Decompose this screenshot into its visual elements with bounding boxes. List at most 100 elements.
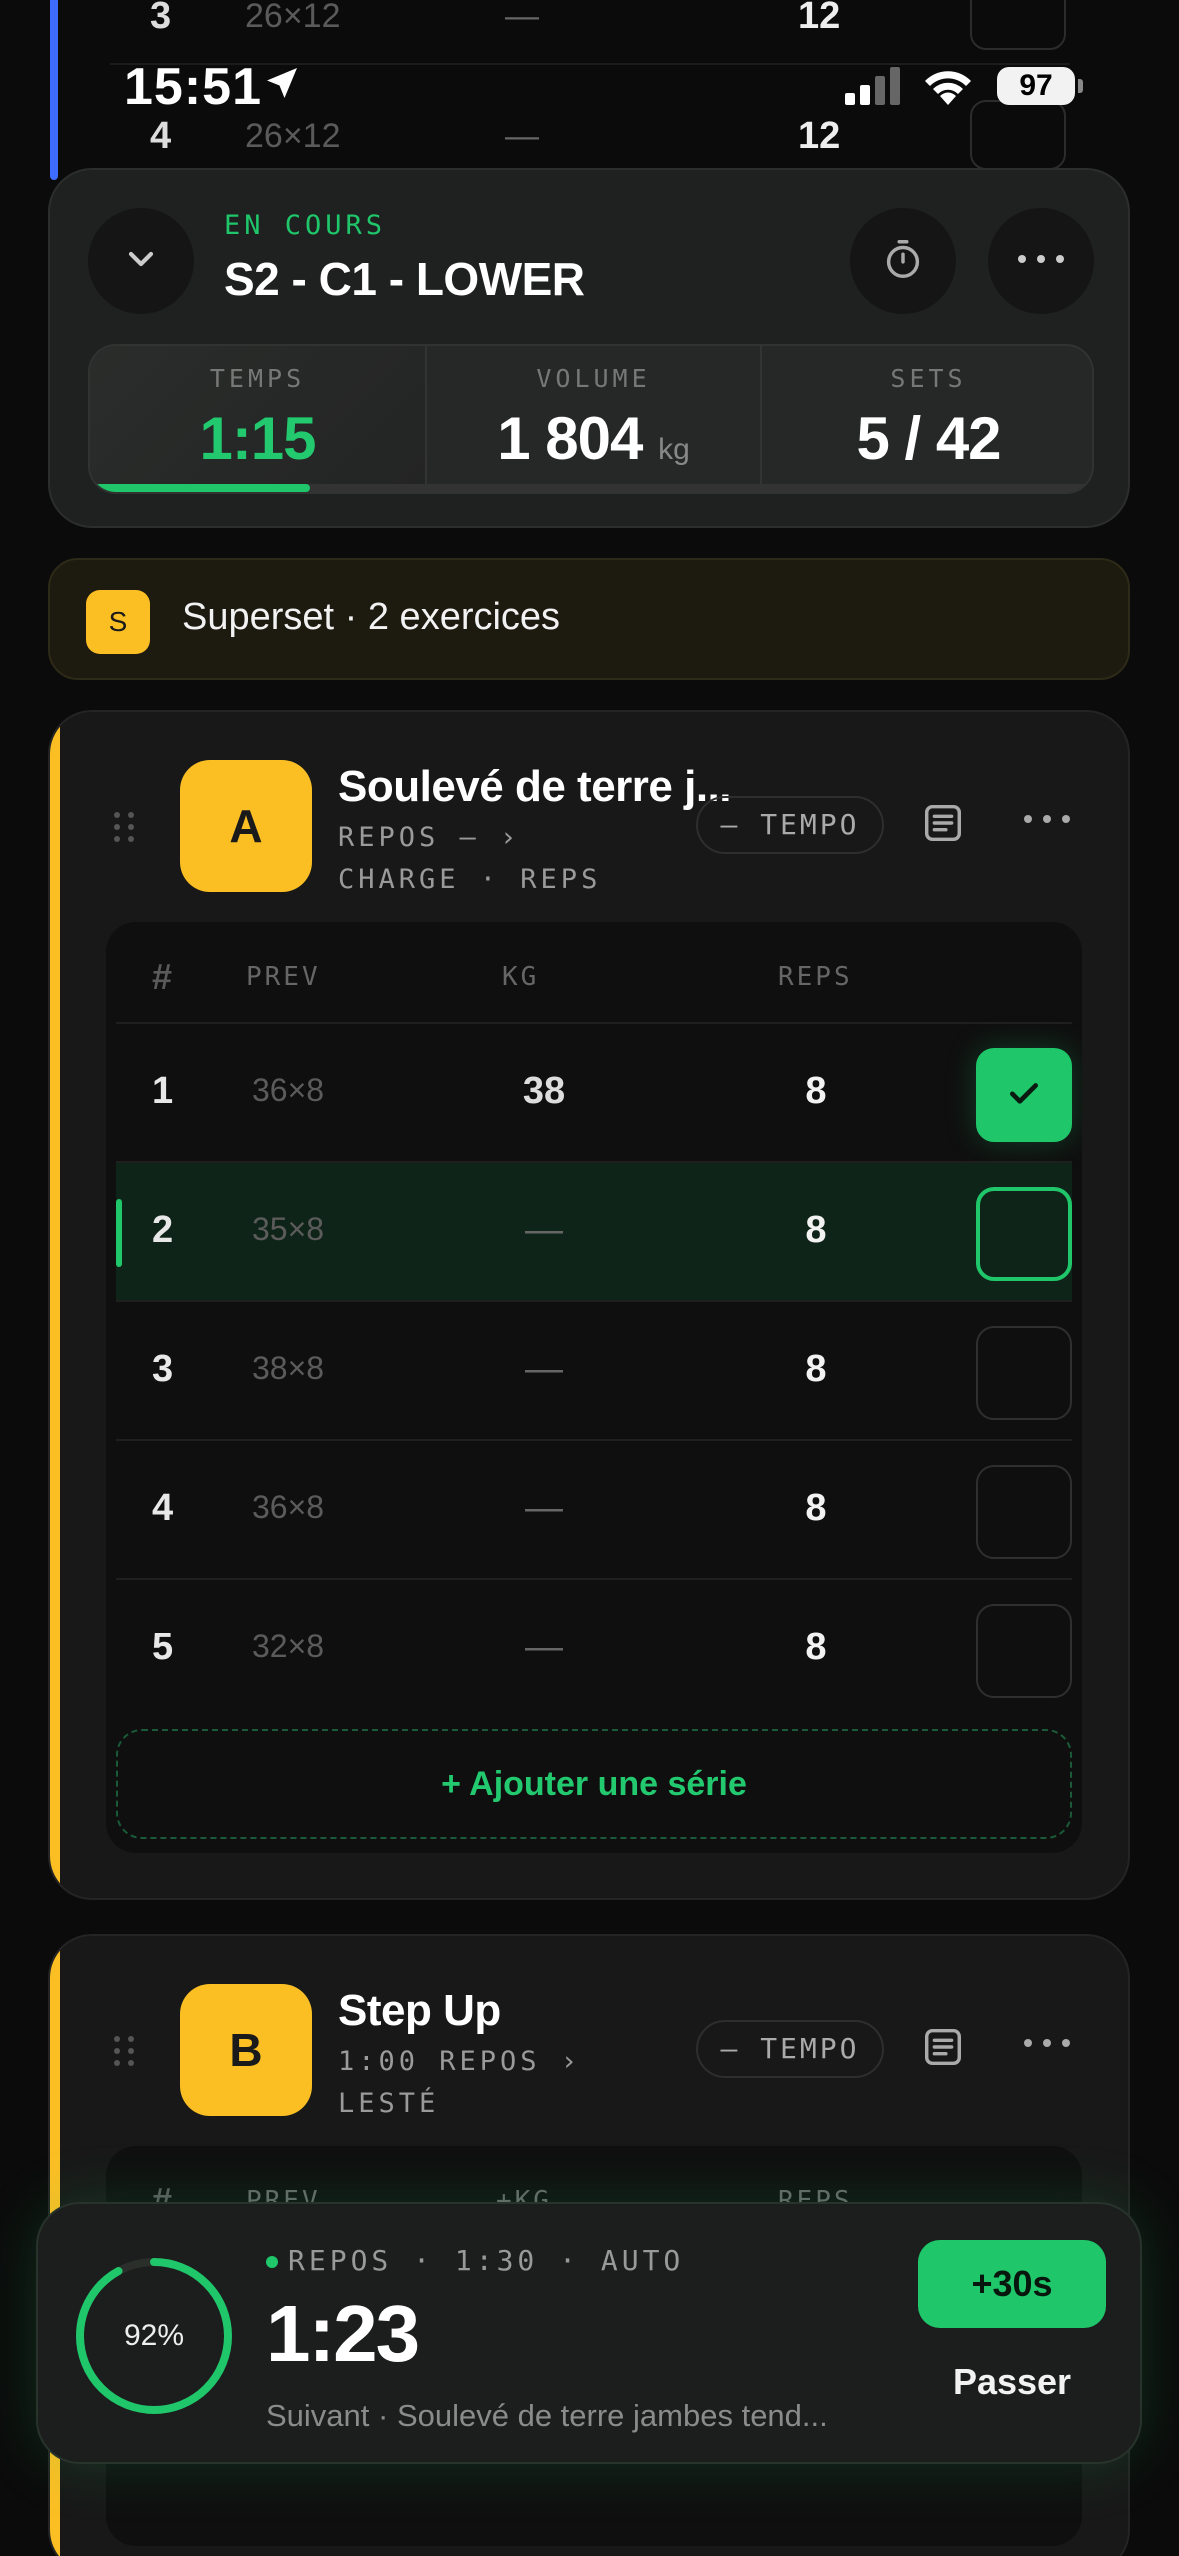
exercise-letter-badge: A — [180, 760, 312, 892]
table-row: 2 35×8 — 8 — [116, 1161, 1072, 1300]
tempo-button[interactable]: — TEMPO — [696, 796, 884, 854]
set-prev: 36×8 — [252, 1489, 325, 1525]
rest-status-dot — [266, 2256, 278, 2268]
rest-setting[interactable]: REPOS — › — [338, 822, 520, 853]
set-prev: 38×8 — [252, 1350, 325, 1386]
skip-rest-button[interactable]: Passer — [918, 2352, 1106, 2412]
stat-sets: SETS 5 / 42 — [760, 346, 1092, 492]
more-icon[interactable] — [1022, 2036, 1082, 2060]
workout-title: S2 - C1 - LOWER — [224, 253, 585, 305]
set-prev: 35×8 — [252, 1211, 325, 1247]
stopwatch-icon — [880, 236, 926, 287]
set-reps-input[interactable]: 8 — [776, 1626, 856, 1669]
set-reps-input[interactable]: 8 — [776, 1070, 856, 1113]
rest-label-text: REPOS · 1:30 · AUTO — [288, 2244, 685, 2277]
timer-button[interactable] — [850, 208, 956, 314]
status-bar: 15:51 97 — [0, 55, 1179, 116]
set-reps-input[interactable]: 8 — [776, 1209, 856, 1252]
volume-unit: kg — [658, 433, 690, 466]
set-prev: 26×12 — [245, 117, 341, 155]
set-number: 4 — [152, 1487, 174, 1529]
drag-handle-icon[interactable] — [112, 2034, 136, 2073]
set-prev: 26×12 — [245, 0, 341, 35]
set-complete-checkbox[interactable] — [976, 1187, 1072, 1281]
stat-value: 1:15 — [199, 405, 316, 472]
set-reps-input[interactable]: 8 — [776, 1348, 856, 1391]
stat-label: TEMPS — [209, 364, 306, 393]
set-complete-checkbox[interactable] — [976, 1604, 1072, 1698]
header-number: # — [152, 956, 173, 997]
stat-label: SETS — [890, 364, 967, 393]
add-set-button[interactable]: + Ajouter une série — [116, 1729, 1072, 1839]
exercise-card: A Soulevé de terre j... REPOS — › CHARGE… — [48, 710, 1130, 1900]
rest-setting[interactable]: 1:00 REPOS › — [338, 2046, 581, 2077]
drag-handle-icon[interactable] — [112, 810, 136, 849]
clock: 15:51 — [124, 58, 262, 116]
rest-countdown: 1:23 — [266, 2289, 420, 2378]
battery-indicator: 97 — [997, 67, 1075, 105]
collapse-button[interactable] — [88, 208, 194, 314]
battery-tip — [1078, 79, 1083, 93]
stat-label: VOLUME — [536, 364, 651, 393]
stat-value: 5 / 42 — [856, 405, 1001, 472]
set-reps: 12 — [798, 115, 841, 157]
tempo-button[interactable]: — TEMPO — [696, 2020, 884, 2078]
workout-header-card: EN COURS S2 - C1 - LOWER TEMPS 1:15 VOLU… — [48, 168, 1130, 528]
set-number: 1 — [152, 1070, 174, 1112]
set-number: 3 — [152, 1348, 174, 1390]
stat-volume: VOLUME 1 804 kg — [425, 346, 760, 492]
stat-time: TEMPS 1:15 — [90, 346, 425, 492]
workout-status: EN COURS — [224, 210, 387, 241]
add-30s-button[interactable]: +30s — [918, 2240, 1106, 2328]
table-header: # PREV KG REPS — [106, 922, 1082, 1022]
notes-icon[interactable] — [920, 2024, 970, 2074]
chevron-down-icon — [121, 239, 161, 284]
rest-timer-panel: 92% REPOS · 1:30 · AUTO 1:23 Suivant · S… — [36, 2202, 1142, 2464]
table-row: 5 32×8 — 8 — [116, 1578, 1072, 1717]
table-row: 3 26×12 — 12 — [110, 0, 1070, 50]
table-row: 3 38×8 — 8 — [116, 1300, 1072, 1439]
set-complete-checkbox[interactable] — [976, 1048, 1072, 1142]
table-row: 4 36×8 — 8 — [116, 1439, 1072, 1578]
more-icon[interactable] — [1022, 812, 1082, 836]
check-icon — [1004, 1073, 1044, 1118]
set-kg-input[interactable]: — — [504, 1348, 584, 1391]
workout-menu-button[interactable] — [988, 208, 1094, 314]
superset-banner[interactable]: S Superset · 2 exercices — [48, 558, 1130, 680]
header-kg: KG — [502, 962, 540, 992]
rest-percent: 92% — [123, 2319, 185, 2352]
set-number: 3 — [150, 0, 172, 37]
set-prev: 36×8 — [252, 1072, 325, 1108]
signal-icon — [845, 67, 901, 110]
set-prev: 32×8 — [252, 1628, 325, 1664]
set-complete-checkbox[interactable] — [976, 1326, 1072, 1420]
header-reps: REPS — [778, 962, 853, 992]
volume-number: 1 804 — [497, 405, 643, 472]
location-arrow-icon — [262, 63, 302, 108]
set-kg: — — [505, 0, 539, 35]
wifi-icon — [920, 65, 976, 112]
superset-accent — [50, 712, 60, 1898]
next-exercise: Suivant · Soulevé de terre jambes tend..… — [266, 2398, 828, 2433]
rest-label: REPOS · 1:30 · AUTO — [266, 2244, 684, 2277]
superset-badge: S — [86, 590, 150, 654]
set-complete-checkbox[interactable] — [976, 1465, 1072, 1559]
workout-progress-fill — [90, 484, 311, 492]
notes-icon[interactable] — [920, 800, 970, 850]
exercise-mode: CHARGE · REPS — [338, 864, 602, 895]
set-kg-input[interactable]: — — [504, 1209, 584, 1252]
set-reps: 12 — [798, 0, 841, 37]
current-set-indicator — [116, 1199, 122, 1267]
workout-progress-track — [90, 484, 1092, 492]
exercise-name[interactable]: Step Up — [338, 1986, 501, 2036]
superset-label: Superset · 2 exercices — [182, 596, 561, 638]
exercise-letter-badge: B — [180, 1984, 312, 2116]
set-kg-input[interactable]: — — [504, 1626, 584, 1669]
set-check[interactable] — [970, 0, 1066, 50]
table-row: 1 36×8 38 8 — [116, 1022, 1072, 1161]
set-reps-input[interactable]: 8 — [776, 1487, 856, 1530]
set-number: 2 — [152, 1209, 174, 1251]
set-kg-input[interactable]: — — [504, 1487, 584, 1530]
set-kg-input[interactable]: 38 — [504, 1070, 584, 1113]
exercise-name[interactable]: Soulevé de terre j... — [338, 762, 732, 812]
